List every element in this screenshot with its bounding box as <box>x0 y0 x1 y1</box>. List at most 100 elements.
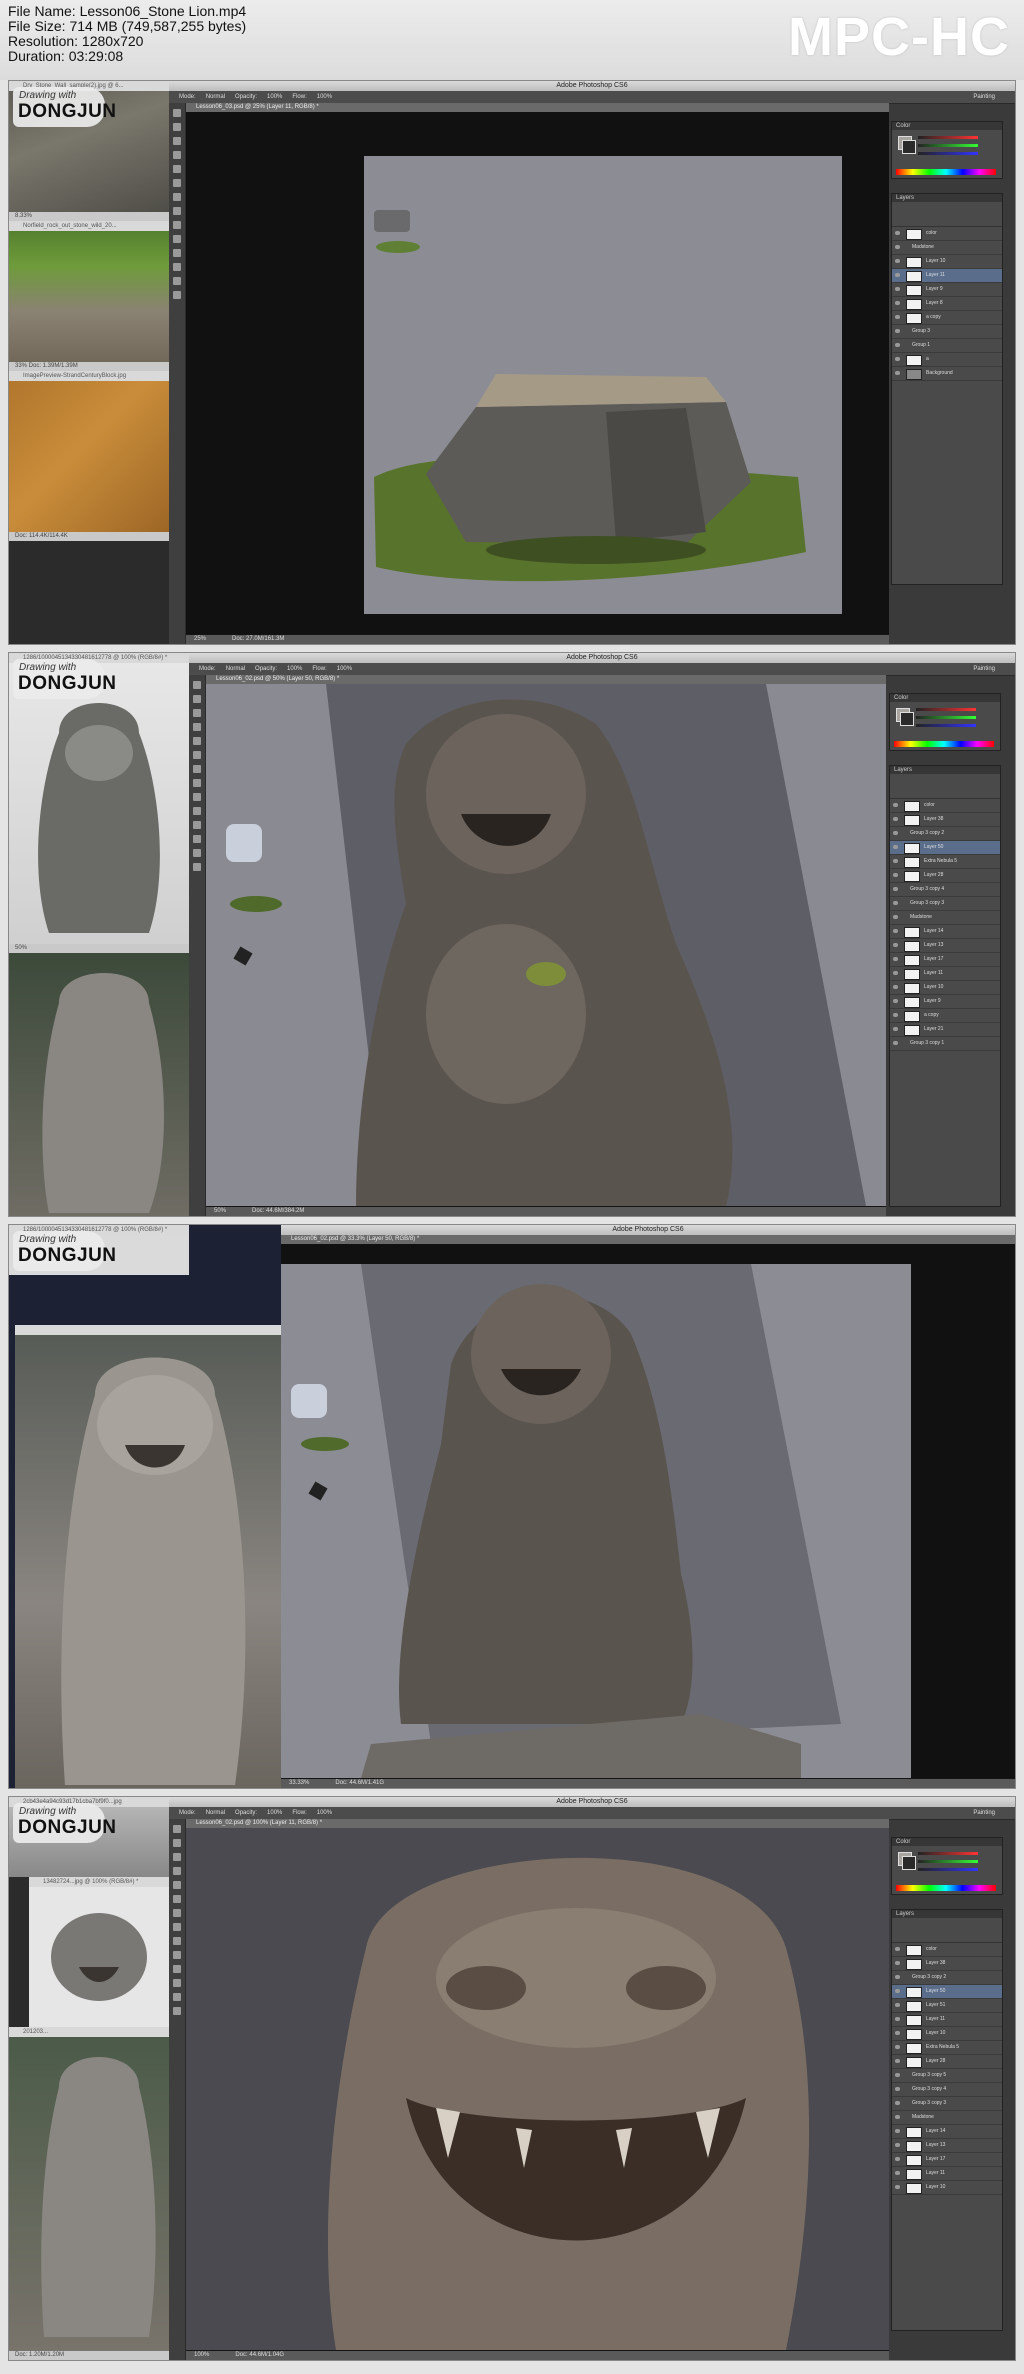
crop-tool-icon[interactable] <box>193 723 201 731</box>
reference-status: 33% Doc: 1.39M/1.39M <box>9 362 169 371</box>
reference-tab[interactable]: 201203... <box>9 2027 169 2037</box>
layers-panel: Layers color Madstone Layer 10 Layer 11 … <box>891 193 1003 585</box>
resolution: Resolution: 1280x720 <box>8 33 144 49</box>
smudge-tool-icon[interactable] <box>193 807 201 815</box>
gradient-tool-icon[interactable] <box>173 221 181 229</box>
crop-tool-icon[interactable] <box>173 1867 181 1875</box>
canvas[interactable] <box>206 684 886 1206</box>
dongjun-watermark: Drawing with DONGJUN <box>13 87 116 127</box>
file-metadata: File Name: Lesson06_Stone Lion.mp4 File … <box>8 4 246 64</box>
lasso-tool-icon[interactable] <box>173 137 181 145</box>
lasso-tool-icon[interactable] <box>193 709 201 717</box>
color-panel: Color <box>891 1837 1003 1895</box>
move-tool-icon[interactable] <box>173 109 181 117</box>
eraser-tool-icon[interactable] <box>193 779 201 787</box>
color-spectrum[interactable] <box>896 169 996 175</box>
document-window: Lesson06_02.psd @ 100% (Layer 11, RGB/8)… <box>186 1819 889 2360</box>
reference-window[interactable] <box>15 1325 281 1788</box>
document-tab[interactable]: Lesson06_02.psd @ 100% (Layer 11, RGB/8)… <box>186 1819 889 1828</box>
app-title: Adobe Photoshop CS6 <box>189 653 1015 663</box>
smudge-tool-icon[interactable] <box>173 235 181 243</box>
thumbnail-header: File Name: Lesson06_Stone Lion.mp4 File … <box>0 0 1024 80</box>
pen-tool-icon[interactable] <box>173 249 181 257</box>
photoshop-window: Adobe Photoshop CS6 Mode: Normal Opacity: 1… <box>189 653 1015 1216</box>
status-bar: 25% Doc: 27.0M/161.3M <box>186 635 889 644</box>
type-tool-icon[interactable] <box>193 835 201 843</box>
gradient-tool-icon[interactable] <box>173 1937 181 1945</box>
hand-tool-icon[interactable] <box>173 277 181 285</box>
zoom-level[interactable]: 33.33% <box>289 1780 309 1786</box>
background-swatch[interactable] <box>902 1856 916 1870</box>
reference-tab[interactable]: Norfield_rock_out_stone_wild_20... <box>9 221 169 231</box>
brush-tool-icon[interactable] <box>193 751 201 759</box>
color-spectrum[interactable] <box>896 1885 996 1891</box>
eraser-tool-icon[interactable] <box>173 1923 181 1931</box>
layers-panel: Layers color Layer 38 Group 3 copy 2 Lay… <box>889 765 1001 1207</box>
stamp-tool-icon[interactable] <box>173 1909 181 1917</box>
dongjun-watermark: Drawing with DONGJUN <box>13 1803 116 1843</box>
lion-head <box>471 1284 611 1424</box>
document-size: Doc: 27.0M/161.3M <box>232 636 285 642</box>
canvas[interactable] <box>186 1828 889 2350</box>
video-frame-2: 1286/1000045134330481612778 @ 100% (RGB/… <box>8 652 1016 1217</box>
move-tool-icon[interactable] <box>173 1825 181 1833</box>
eyedropper-tool-icon[interactable] <box>173 165 181 173</box>
crop-tool-icon[interactable] <box>173 151 181 159</box>
background-swatch[interactable] <box>902 140 916 154</box>
toolbox <box>169 1819 186 2360</box>
zoom-tool-icon[interactable] <box>173 291 181 299</box>
marquee-tool-icon[interactable] <box>173 123 181 131</box>
dongjun-watermark: Drawing with DONGJUN <box>13 1231 116 1271</box>
zoom-tool-icon[interactable] <box>193 863 201 871</box>
eyedropper-tool-icon[interactable] <box>173 1881 181 1889</box>
document-tab[interactable]: Lesson06_02.psd @ 33.3% (Layer 50, RGB/8… <box>281 1235 1015 1244</box>
video-frame-4: 2cb43e4a94c93d17b1cba7bf9f0...jpg 134827… <box>8 1796 1016 2361</box>
zoom-level[interactable]: 100% <box>194 2352 209 2358</box>
canvas[interactable] <box>186 112 889 634</box>
color-panel: Color <box>891 121 1003 179</box>
pen-tool-icon[interactable] <box>173 1965 181 1973</box>
type-tool-icon[interactable] <box>173 1979 181 1987</box>
toolbox <box>189 675 206 1216</box>
reference-tab[interactable] <box>15 1325 281 1335</box>
eyedropper-tool-icon[interactable] <box>193 737 201 745</box>
background-swatch[interactable] <box>900 712 914 726</box>
reference-window[interactable]: 13482724...jpg @ 100% (RGB/8#) * <box>29 1877 169 2027</box>
eraser-tool-icon[interactable] <box>173 207 181 215</box>
zoom-tool-icon[interactable] <box>173 2007 181 2015</box>
reference-tab[interactable]: ImagePreview-StrandCenturyBlock.jpg <box>9 371 169 381</box>
layers-panel: Layers color Layer 38 Group 3 copy 2 Lay… <box>891 1909 1003 2331</box>
document-tab[interactable]: Lesson06_03.psd @ 25% (Layer 11, RGB/8) … <box>186 103 889 112</box>
duration: Duration: 03:29:08 <box>8 48 124 64</box>
marquee-tool-icon[interactable] <box>173 1839 181 1847</box>
reference-tab[interactable]: 13482724...jpg @ 100% (RGB/8#) * <box>29 1877 169 1887</box>
reference-window[interactable]: ImagePreview-StrandCenturyBlock.jpg Doc:… <box>9 371 169 541</box>
type-tool-icon[interactable] <box>173 263 181 271</box>
zoom-level[interactable]: 50% <box>214 1208 226 1214</box>
canvas[interactable] <box>281 1244 1015 1778</box>
workspace-switcher[interactable]: Painting <box>973 91 995 103</box>
brush-tool-icon[interactable] <box>173 179 181 187</box>
hand-tool-icon[interactable] <box>193 849 201 857</box>
stamp-tool-icon[interactable] <box>173 193 181 201</box>
smudge-tool-icon[interactable] <box>173 1951 181 1959</box>
brush-tool-icon[interactable] <box>173 1895 181 1903</box>
reference-window[interactable]: Norfield_rock_out_stone_wild_20... 33% D… <box>9 221 169 371</box>
hand-tool-icon[interactable] <box>173 1993 181 2001</box>
document-tab[interactable]: Lesson06_02.psd @ 50% (Layer 50, RGB/8) … <box>206 675 886 684</box>
reference-window[interactable] <box>9 953 189 1216</box>
zoom-level[interactable]: 25% <box>194 636 206 642</box>
pen-tool-icon[interactable] <box>193 821 201 829</box>
move-tool-icon[interactable] <box>193 681 201 689</box>
workspace-switcher[interactable]: Painting <box>973 1807 995 1819</box>
marquee-tool-icon[interactable] <box>193 695 201 703</box>
reference-window[interactable]: 201203... Doc: 1.20M/1.20M <box>9 2027 169 2360</box>
reference-images: 1286/1000045134330481612778 @ 100% (RGB/… <box>9 653 189 1216</box>
stamp-tool-icon[interactable] <box>193 765 201 773</box>
app-title: Adobe Photoshop CS6 <box>169 81 1015 91</box>
color-panel: Color <box>889 693 1001 751</box>
color-spectrum[interactable] <box>894 741 994 747</box>
gradient-tool-icon[interactable] <box>193 793 201 801</box>
lasso-tool-icon[interactable] <box>173 1853 181 1861</box>
workspace-switcher[interactable]: Painting <box>973 663 995 675</box>
